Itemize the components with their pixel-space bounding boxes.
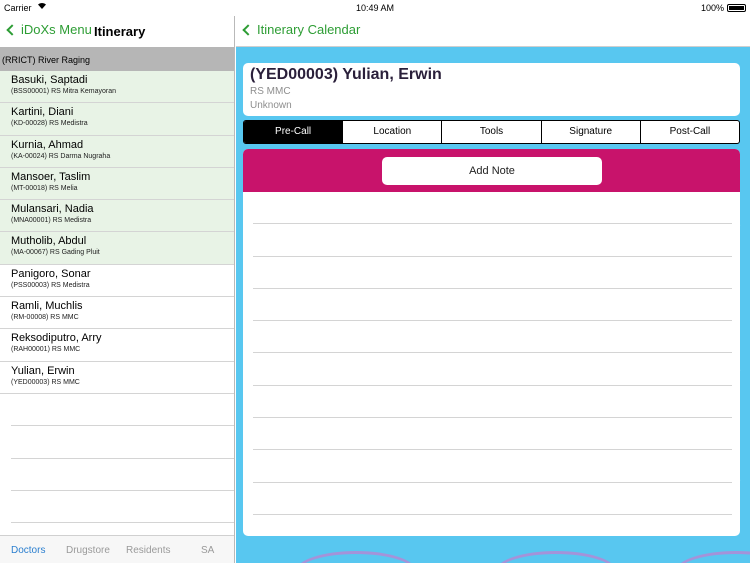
doctor-name: Mulansari, Nadia bbox=[11, 203, 94, 216]
battery-icon bbox=[727, 4, 746, 12]
doctor-code-hospital: (KA-00024) RS Darma Nugraha bbox=[11, 152, 111, 160]
background-swirl bbox=[296, 551, 416, 563]
doctor-name: Mansoer, Taslim bbox=[11, 170, 91, 183]
detail-pane: Â Â Â Â Itinerary Calendar (YED00003) Yu… bbox=[236, 16, 750, 563]
doctor-code-hospital: (MT-00018) RS Melia bbox=[11, 184, 78, 192]
doctor-list-item[interactable]: Kartini, Diani (KD-00028) RS Medistra bbox=[0, 103, 234, 136]
empty-list-row bbox=[11, 394, 234, 427]
doctor-name: Yulian, Erwin bbox=[11, 364, 75, 377]
clock: 10:49 AM bbox=[355, 3, 395, 13]
doctor-title: (YED00003) Yulian, Erwin bbox=[250, 66, 442, 83]
note-line bbox=[253, 450, 732, 483]
page-title: Itinerary bbox=[94, 24, 146, 39]
battery-percent: 100% bbox=[700, 3, 724, 13]
doctor-location: Unknown bbox=[250, 100, 292, 111]
add-note-button[interactable]: Add Note bbox=[382, 157, 602, 185]
doctor-code-hospital: (MA-00067) RS Gading Pluit bbox=[11, 249, 100, 257]
doctor-list-item[interactable]: Mulansari, Nadia (MNA00001) RS Medistra bbox=[0, 200, 234, 233]
note-lines bbox=[243, 192, 740, 515]
itinerary-pane: iDoXs Menu Itinerary (RRICT) River Ragin… bbox=[0, 16, 235, 563]
back-label: Itinerary Calendar bbox=[257, 22, 361, 37]
doctor-hospital: RS MMC bbox=[250, 86, 291, 97]
doctor-list-item[interactable]: Kurnia, Ahmad (KA-00024) RS Darma Nugraha bbox=[0, 135, 234, 168]
back-to-menu-button[interactable]: iDoXs Menu bbox=[6, 22, 92, 37]
call-stage-segmented-control: Pre-Call Location Tools Signature Post-Call bbox=[243, 120, 740, 144]
note-line bbox=[253, 353, 732, 386]
note-line bbox=[253, 289, 732, 322]
segment-signature[interactable]: Signature bbox=[542, 121, 641, 143]
right-nav-bar: Itinerary Calendar bbox=[236, 16, 750, 47]
segment-tools[interactable]: Tools bbox=[442, 121, 542, 143]
tab-bar: Doctors Drugstore Residents SA bbox=[0, 535, 234, 563]
section-header: (RRICT) River Raging bbox=[0, 47, 234, 71]
note-line bbox=[253, 386, 732, 419]
status-bar: Carrier 10:49 AM 100% bbox=[0, 0, 750, 16]
notes-header: Add Note bbox=[243, 149, 740, 192]
doctor-name: Kartini, Diani bbox=[11, 106, 74, 119]
tab-drugstore[interactable]: Drugstore bbox=[66, 545, 110, 556]
empty-list-row bbox=[11, 459, 234, 491]
doctor-code-hospital: (RM-00008) RS MMC bbox=[11, 314, 79, 322]
empty-list-row bbox=[11, 491, 234, 524]
chevron-left-icon bbox=[242, 23, 254, 36]
doctor-list-item[interactable]: Yulian, Erwin (YED00003) RS MMC bbox=[0, 362, 234, 394]
empty-list-row bbox=[11, 426, 234, 459]
doctor-name: Mutholib, Abdul bbox=[11, 235, 87, 248]
doctor-code-hospital: (KD-00028) RS Medistra bbox=[11, 120, 88, 128]
background-swirl bbox=[496, 551, 616, 563]
left-nav-bar: iDoXs Menu Itinerary bbox=[0, 16, 234, 46]
doctor-code-hospital: (PSS00003) RS Medistra bbox=[11, 281, 90, 289]
doctor-code-hospital: (MNA00001) RS Medistra bbox=[11, 217, 92, 225]
doctor-info-card: (YED00003) Yulian, Erwin RS MMC Unknown bbox=[243, 63, 740, 116]
note-line bbox=[253, 321, 732, 354]
note-line bbox=[253, 192, 732, 225]
back-to-calendar-button[interactable]: Itinerary Calendar bbox=[242, 22, 360, 37]
notes-panel: Add Note bbox=[243, 149, 740, 536]
tab-sa[interactable]: SA bbox=[201, 545, 214, 556]
note-line bbox=[253, 224, 732, 257]
segment-pre-call[interactable]: Pre-Call bbox=[244, 121, 344, 143]
doctor-code-hospital: (RAH00001) RS MMC bbox=[11, 346, 81, 354]
tab-doctors[interactable]: Doctors bbox=[11, 545, 45, 556]
doctor-name: Basuki, Saptadi bbox=[11, 74, 88, 86]
note-line bbox=[253, 257, 732, 289]
doctor-list-item[interactable]: Ramli, Muchlis (RM-00008) RS MMC bbox=[0, 297, 234, 330]
note-line bbox=[253, 483, 732, 515]
doctor-code-hospital: (YED00003) RS MMC bbox=[11, 378, 80, 386]
doctor-list-item[interactable]: Panigoro, Sonar (PSS00003) RS Medistra bbox=[0, 265, 234, 298]
tab-residents[interactable]: Residents bbox=[126, 545, 170, 556]
chevron-left-icon bbox=[6, 23, 18, 36]
doctor-name: Reksodiputro, Arry bbox=[11, 332, 102, 345]
segment-location[interactable]: Location bbox=[343, 121, 443, 143]
segment-post-call[interactable]: Post-Call bbox=[641, 121, 739, 143]
doctor-list-item[interactable]: Reksodiputro, Arry (RAH00001) RS MMC bbox=[0, 329, 234, 362]
doctor-list: Basuki, Saptadi (BSS00001) RS Mitra Kemay… bbox=[0, 71, 234, 524]
doctor-list-item[interactable]: Mutholib, Abdul (MA-00067) RS Gading Plui… bbox=[0, 232, 234, 265]
doctor-list-item[interactable]: Mansoer, Taslim (MT-00018) RS Melia bbox=[0, 167, 234, 201]
doctor-name: Panigoro, Sonar bbox=[11, 267, 91, 280]
doctor-code-hospital: (BSS00001) RS Mitra Kemayoran bbox=[11, 88, 117, 95]
background-swirl bbox=[676, 551, 750, 563]
doctor-list-item[interactable]: Basuki, Saptadi (BSS00001) RS Mitra Kemay… bbox=[0, 71, 234, 104]
doctor-name: Ramli, Muchlis bbox=[11, 300, 83, 313]
note-line bbox=[253, 418, 732, 451]
back-label: iDoXs Menu bbox=[21, 22, 92, 37]
doctor-name: Kurnia, Ahmad bbox=[11, 138, 84, 151]
